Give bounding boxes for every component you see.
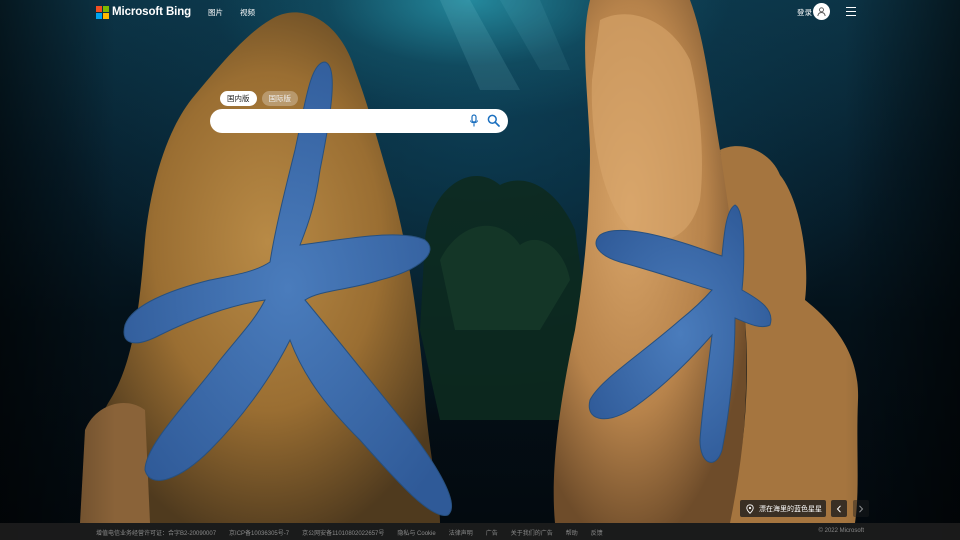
top-nav: 图片 视频 [208,7,255,18]
footer-link-license[interactable]: 增值电信业务经营许可证：合字B2-20090007 [96,528,216,537]
logo-text: Microsoft Bing [112,6,192,18]
nav-images-link[interactable]: 图片 [208,7,223,18]
search-box [210,109,508,133]
search-icon[interactable] [487,114,500,127]
top-header: Microsoft Bing 图片 视频 登录 [0,0,960,24]
tab-international[interactable]: 国际版 [261,91,298,106]
image-caption[interactable]: 漂在海里的蓝色星星 [740,500,826,517]
footer-link-police[interactable]: 京公网安备11010802022657号 [302,528,384,537]
previous-image-button[interactable] [831,500,847,517]
footer-link-help[interactable]: 帮助 [566,528,578,537]
microsoft-logo-icon [96,6,109,19]
copyright-text: © 2022 Microsoft [818,528,864,534]
footer-link-privacy[interactable]: 隐私与 Cookie [397,528,435,537]
background-image [0,0,960,540]
location-pin-icon [746,503,754,514]
bing-logo[interactable]: Microsoft Bing [96,5,191,19]
footer-link-ads[interactable]: 广告 [486,528,498,537]
search-input[interactable] [222,114,462,128]
footer: 增值电信业务经营许可证：合字B2-20090007 京ICP备10036305号… [0,523,960,540]
microphone-icon[interactable] [469,114,479,128]
footer-links: 增值电信业务经营许可证：合字B2-20090007 京ICP备10036305号… [96,528,603,537]
footer-link-legal[interactable]: 法律声明 [449,528,473,537]
chevron-right-icon [859,504,864,513]
scope-tabs: 国内版 国际版 [220,91,298,106]
chevron-left-icon [836,504,841,513]
signin-link[interactable]: 登录 [797,7,812,18]
hamburger-icon[interactable] [846,7,856,16]
footer-link-about-ads[interactable]: 关于我们的广告 [511,528,553,537]
underwater-scene [0,0,960,540]
caption-text: 漂在海里的蓝色星星 [759,505,822,513]
user-icon[interactable] [813,3,830,20]
tab-domestic[interactable]: 国内版 [220,91,257,106]
nav-videos-link[interactable]: 视频 [240,7,255,18]
next-image-button[interactable] [853,500,869,517]
footer-link-feedback[interactable]: 反馈 [591,528,603,537]
footer-link-icp[interactable]: 京ICP备10036305号-7 [229,528,289,537]
